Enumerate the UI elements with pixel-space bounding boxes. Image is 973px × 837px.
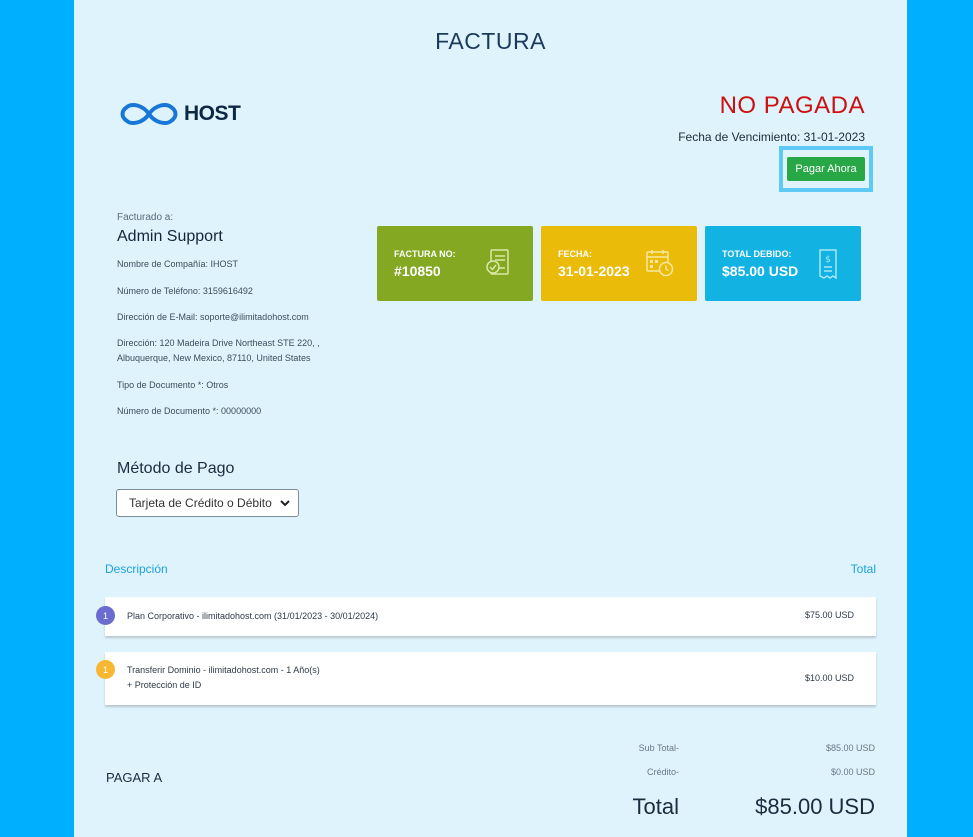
column-header-total: Total (850, 562, 876, 576)
billed-to: Facturado a: Admin Support Nombre de Com… (117, 212, 320, 416)
row-description-line1: Transferir Dominio - ilimitadohost.com -… (127, 665, 320, 675)
total-value: $85.00 USD (755, 794, 875, 819)
chevron-down-icon (280, 500, 290, 507)
table-row: Plan Corporativo - ilimitadohost.com (31… (105, 597, 876, 636)
phone-number: Número de Teléfono: 3159616492 (117, 286, 253, 296)
subtotal-label: Sub Total- (638, 743, 679, 753)
subtotal-value: $85.00 USD (825, 743, 875, 753)
logo-text: HOST (184, 102, 241, 125)
date-card: FECHA: 31-01-2023 (541, 226, 697, 301)
document-type: Tipo de Documento *: Otros (117, 380, 229, 390)
column-header-description: Descripción (105, 562, 168, 576)
document-number: Número de Documento *: 00000000 (117, 406, 262, 416)
card-value: $85.00 USD (722, 263, 799, 279)
address-line1: Dirección: 120 Madeira Drive Northeast S… (117, 338, 320, 348)
card-value: #10850 (394, 263, 441, 279)
credit-value: $0.00 USD (830, 767, 875, 777)
invoice-number-card: FACTURA NO: #10850 (377, 226, 533, 301)
billed-to-label: Facturado a: (117, 212, 174, 223)
payment-method-title: Método de Pago (117, 460, 235, 477)
pay-now-highlight: Pagar Ahora (779, 146, 873, 192)
pay-to-heading: PAGAR A (106, 770, 163, 785)
company-name: Nombre de Compañía: IHOST (117, 259, 239, 269)
summary-cards: FACTURA NO: #10850 FECHA: 31-01-2023 TOT… (377, 226, 861, 301)
row-description: Plan Corporativo - ilimitadohost.com (31… (127, 611, 379, 621)
pay-now-button[interactable]: Pagar Ahora (787, 157, 865, 181)
page-title: FACTURA (435, 28, 546, 54)
invoice-check-icon (486, 249, 509, 275)
card-value: 31-01-2023 (558, 263, 630, 279)
address-line2: Albuquerque, New Mexico, 87110, United S… (117, 353, 311, 363)
receipt-icon: $ (819, 249, 837, 280)
quantity-badge: 1 (96, 660, 115, 679)
total-due-card: TOTAL DEBIDO: $85.00 USD $ (705, 226, 861, 301)
card-label: TOTAL DEBIDO: (722, 249, 792, 259)
row-amount: $10.00 USD (804, 673, 854, 683)
row-amount: $75.00 USD (804, 610, 854, 620)
payment-method-value: Tarjeta de Crédito o Débito (129, 496, 272, 510)
total-label: Total (632, 794, 679, 819)
email-address: Dirección de E-Mail: soporte@ilimitadoho… (117, 312, 309, 322)
invoice-page: FACTURA HOST NO PAGADA Fecha de Vencimie… (74, 0, 907, 837)
table-row: Transferir Dominio - ilimitadohost.com -… (105, 652, 876, 705)
calendar-clock-icon (646, 250, 674, 277)
logo: HOST (118, 100, 241, 128)
payment-method-select[interactable]: Tarjeta de Crédito o Débito (116, 489, 299, 517)
due-date: Fecha de Vencimiento: 31-01-2023 (678, 130, 865, 144)
svg-text:$: $ (825, 255, 831, 265)
credit-label: Crédito- (646, 767, 679, 777)
billed-to-name: Admin Support (117, 228, 223, 245)
quantity-badge: 1 (96, 606, 115, 625)
card-label: FACTURA NO: (394, 249, 456, 259)
status-badge: NO PAGADA (719, 92, 865, 119)
card-label: FECHA: (558, 249, 592, 259)
infinity-logo-icon (120, 103, 178, 125)
row-description: Transferir Dominio - ilimitadohost.com -… (127, 663, 320, 693)
row-description-line2: + Protección de ID (127, 680, 202, 690)
